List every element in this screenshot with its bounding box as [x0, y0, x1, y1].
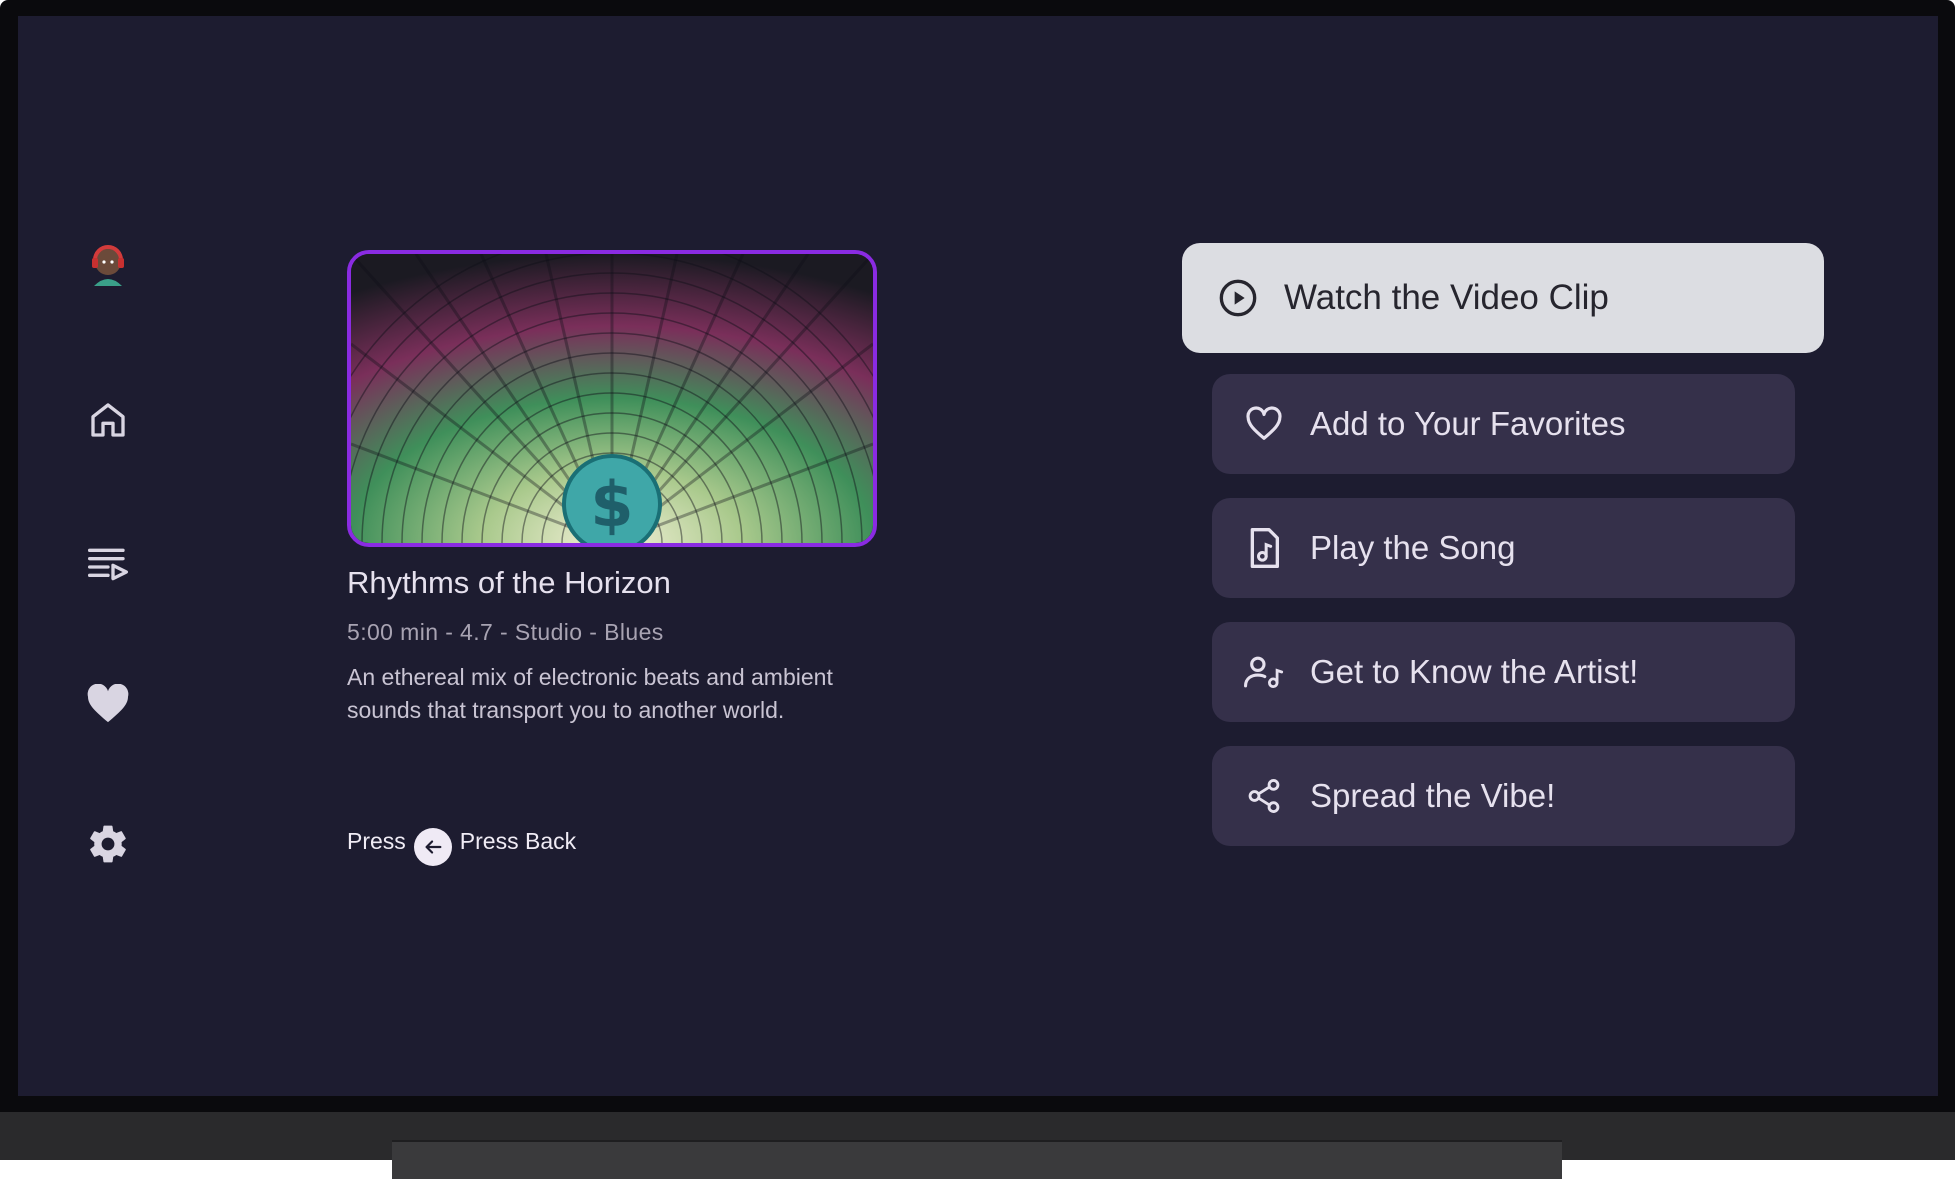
share-icon — [1244, 776, 1284, 816]
play-song-button[interactable]: Play the Song — [1212, 498, 1795, 598]
tv-stand — [392, 1140, 1562, 1179]
add-to-favorites-button[interactable]: Add to Your Favorites — [1212, 374, 1795, 474]
song-title: Rhythms of the Horizon — [347, 565, 671, 600]
share-button[interactable]: Spread the Vibe! — [1212, 746, 1795, 846]
sidebar-item-playlist[interactable] — [66, 530, 150, 594]
share-label: Spread the Vibe! — [1310, 777, 1556, 814]
heart-icon — [87, 684, 129, 723]
know-artist-button[interactable]: Get to Know the Artist! — [1212, 622, 1795, 722]
play-song-label: Play the Song — [1310, 529, 1516, 566]
artwork-image: $ — [351, 254, 873, 543]
song-meta: 5:00 min - 4.7 - Studio - Blues — [347, 619, 664, 645]
sidebar-item-favorites[interactable] — [66, 672, 150, 736]
song-description: An ethereal mix of electronic beats and … — [347, 664, 833, 723]
avatar-icon — [92, 245, 124, 286]
press-label: Press — [347, 827, 406, 854]
play-circle-icon — [1218, 278, 1258, 318]
back-hint: Press Press Back — [347, 822, 577, 866]
playlist-icon — [87, 548, 128, 581]
back-button[interactable] — [413, 828, 452, 866]
watch-video-clip-label: Watch the Video Clip — [1284, 278, 1609, 317]
arrow-left-icon — [425, 840, 442, 854]
add-to-favorites-label: Add to Your Favorites — [1310, 405, 1626, 442]
heart-outline-icon — [1244, 404, 1284, 444]
svg-text:$: $ — [590, 468, 633, 541]
watch-video-clip-button[interactable]: Watch the Video Clip — [1182, 243, 1824, 353]
tv-screen: $ Rhythms of the Horizon 5:00 min - 4.7 … — [18, 16, 1938, 1096]
sidebar-item-home[interactable] — [66, 388, 150, 452]
back-label: Press Back — [459, 827, 577, 854]
home-icon — [91, 403, 125, 437]
song-thumbnail[interactable]: $ — [347, 250, 877, 547]
sidebar-item-settings[interactable] — [66, 812, 150, 876]
know-artist-label: Get to Know the Artist! — [1310, 653, 1639, 690]
gear-icon — [90, 825, 126, 863]
music-file-icon — [1244, 528, 1284, 568]
artist-icon — [1244, 652, 1284, 692]
sidebar-item-profile[interactable] — [66, 230, 150, 294]
